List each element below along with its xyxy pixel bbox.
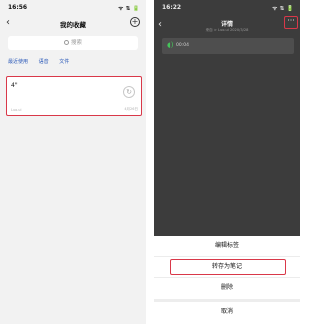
filter-tabs: 最近使用 语音 文件	[8, 58, 78, 65]
cancel-button[interactable]: 取消	[154, 302, 300, 322]
favorite-item[interactable]: 4" ↻ Luo.ui 4月26日	[6, 76, 142, 116]
favorite-item-source: Luo.ui	[11, 108, 22, 112]
favorite-item-date: 4月26日	[124, 107, 138, 111]
status-bar: 16:56 ᯤ ⇅ 🔋	[0, 0, 146, 14]
filter-file[interactable]: 文件	[59, 59, 69, 65]
status-indicators-icon: ᯤ ⇅ 🔋	[118, 6, 140, 12]
favorites-screen: 16:56 ᯤ ⇅ 🔋 ‹ 我的收藏 + 搜索 最近使用 语音 文件 4" ↻ …	[0, 0, 146, 324]
search-icon	[63, 40, 69, 45]
nav-bar: ‹ 我的收藏 +	[0, 14, 146, 32]
page-title: 我的收藏	[60, 21, 86, 29]
status-indicators-icon: ᯤ ⇅ 🔋	[272, 6, 294, 12]
edit-tags-button[interactable]: 编辑标签	[154, 236, 300, 256]
filter-voice[interactable]: 语音	[39, 59, 49, 65]
status-time: 16:22	[162, 4, 182, 11]
page-subtitle: 来自 > Luo.ui 2020/3/28	[205, 28, 249, 32]
status-bar: 16:22 ᯤ ⇅ 🔋	[154, 0, 300, 14]
page-title: 详情	[220, 21, 233, 28]
favorite-item-text: 4"	[11, 82, 18, 89]
action-sheet: 编辑标签 转存为笔记 删除 取消	[154, 236, 300, 324]
highlight-box	[170, 259, 286, 275]
delete-button[interactable]: 删除	[154, 278, 300, 298]
voice-message[interactable]: ◖) 00:04	[162, 38, 294, 54]
voice-wave-icon: ◖)	[167, 41, 174, 49]
add-icon[interactable]: +	[130, 17, 140, 27]
voice-convert-icon[interactable]: ↻	[123, 86, 135, 98]
search-input[interactable]: 搜索	[8, 36, 138, 50]
voice-duration: 00:04	[176, 43, 189, 48]
status-time: 16:56	[8, 4, 28, 11]
more-icon[interactable]: ···	[284, 16, 298, 29]
nav-bar: ‹ 详情 来自 > Luo.ui 2020/3/28 ···	[154, 14, 300, 36]
search-placeholder: 搜索	[70, 40, 82, 46]
detail-screen: 16:22 ᯤ ⇅ 🔋 ‹ 详情 来自 > Luo.ui 2020/3/28 ·…	[154, 0, 300, 324]
filter-recent[interactable]: 最近使用	[8, 59, 28, 65]
